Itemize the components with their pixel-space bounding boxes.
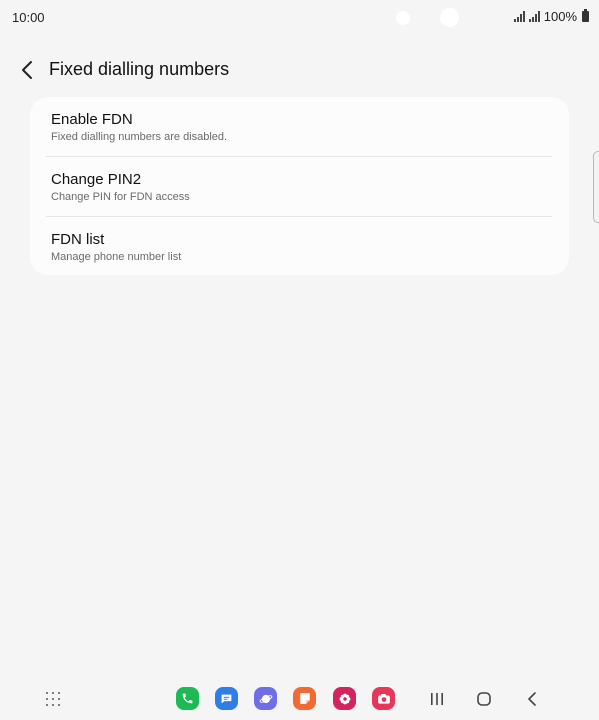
front-camera-cutout bbox=[396, 11, 410, 25]
planet-icon bbox=[259, 694, 272, 703]
edge-panel-handle[interactable] bbox=[593, 151, 599, 223]
battery-icon bbox=[582, 9, 589, 22]
settings-card: Enable FDN Fixed dialling numbers are di… bbox=[30, 97, 569, 275]
status-time: 10:00 bbox=[12, 10, 45, 25]
signal-icon bbox=[528, 11, 540, 22]
apps-grid-icon[interactable] bbox=[46, 692, 60, 706]
message-bubble-icon bbox=[221, 694, 232, 703]
phone-app-icon[interactable] bbox=[176, 687, 199, 710]
flower-icon bbox=[339, 693, 350, 704]
phone-icon bbox=[182, 693, 193, 704]
recents-icon[interactable] bbox=[426, 688, 448, 710]
status-indicators: 100% bbox=[513, 9, 589, 24]
camera-icon bbox=[377, 693, 390, 704]
item-title: Enable FDN bbox=[51, 111, 133, 128]
back-button[interactable] bbox=[16, 58, 38, 82]
item-subtitle: Manage phone number list bbox=[51, 251, 182, 263]
messages-app-icon[interactable] bbox=[215, 687, 238, 710]
front-camera-cutout-large bbox=[440, 8, 459, 27]
signal-icon bbox=[513, 11, 525, 22]
change-pin2-item[interactable]: Change PIN2 Change PIN for FDN access bbox=[30, 157, 569, 217]
gallery-app-icon[interactable] bbox=[333, 687, 356, 710]
item-subtitle: Fixed dialling numbers are disabled. bbox=[51, 131, 228, 143]
notes-app-icon[interactable] bbox=[293, 687, 316, 710]
back-icon[interactable] bbox=[521, 688, 543, 710]
page-title: Fixed dialling numbers bbox=[49, 59, 230, 79]
navigation-bar bbox=[0, 682, 599, 716]
item-title: FDN list bbox=[51, 231, 105, 248]
item-subtitle: Change PIN for FDN access bbox=[51, 191, 190, 203]
fdn-list-item[interactable]: FDN list Manage phone number list bbox=[30, 217, 569, 277]
home-icon[interactable] bbox=[473, 688, 495, 710]
status-bar: 10:00 100% bbox=[0, 0, 599, 34]
item-title: Change PIN2 bbox=[51, 171, 142, 188]
enable-fdn-item[interactable]: Enable FDN Fixed dialling numbers are di… bbox=[30, 97, 569, 157]
battery-percentage: 100% bbox=[543, 9, 577, 24]
note-icon bbox=[299, 693, 310, 704]
chevron-left-icon bbox=[22, 61, 32, 79]
camera-app-icon[interactable] bbox=[372, 687, 395, 710]
app-bar: Fixed dialling numbers bbox=[0, 55, 599, 85]
internet-app-icon[interactable] bbox=[254, 687, 277, 710]
